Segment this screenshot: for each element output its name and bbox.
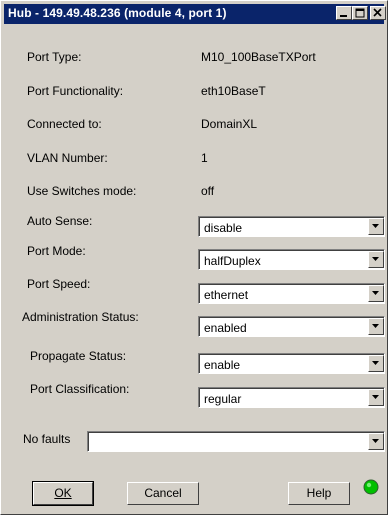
port-classification-selected: regular: [204, 392, 242, 406]
admin-status-label: Administration Status:: [22, 310, 139, 324]
connected-to-row: Connected to: DomainXL: [1, 114, 388, 136]
auto-sense-selected: disable: [204, 221, 243, 235]
chevron-down-icon: [372, 324, 379, 328]
port-type-label: Port Type:: [27, 50, 82, 64]
propagate-status-select[interactable]: enable: [198, 353, 385, 374]
auto-sense-select[interactable]: disable: [198, 216, 385, 237]
admin-status-selected: enabled: [204, 321, 247, 335]
propagate-status-dropdown-button[interactable]: [368, 355, 384, 372]
port-mode-label: Port Mode:: [27, 244, 86, 258]
auto-sense-dropdown-button[interactable]: [368, 218, 384, 235]
port-type-value: M10_100BaseTXPort: [201, 50, 316, 64]
port-speed-selected: ethernet: [204, 288, 249, 302]
port-functionality-label: Port Functionality:: [27, 84, 124, 98]
chevron-down-icon: [372, 439, 379, 443]
chevron-down-icon: [372, 224, 379, 228]
use-switches-mode-value: off: [201, 184, 215, 198]
port-type-row: Port Type: M10_100BaseTXPort: [1, 47, 388, 69]
maximize-button[interactable]: [352, 6, 368, 20]
port-mode-selected: halfDuplex: [204, 254, 261, 268]
faults-label: No faults: [23, 432, 71, 446]
vlan-number-row: VLAN Number: 1: [1, 148, 388, 170]
port-functionality-row: Port Functionality: eth10BaseT: [1, 81, 388, 103]
faults-select[interactable]: [87, 431, 385, 452]
maximize-icon: [355, 8, 365, 18]
port-classification-select[interactable]: regular: [198, 387, 385, 408]
port-mode-dropdown-button[interactable]: [368, 251, 384, 268]
status-led-icon: [363, 479, 379, 495]
ok-button[interactable]: OK: [32, 481, 94, 506]
cancel-button[interactable]: Cancel: [127, 482, 199, 505]
chevron-down-icon: [372, 291, 379, 295]
use-switches-mode-label: Use Switches mode:: [27, 184, 137, 198]
chevron-down-icon: [372, 257, 379, 261]
port-functionality-value: eth10BaseT: [201, 84, 266, 98]
port-speed-dropdown-button[interactable]: [368, 285, 384, 302]
connected-to-value: DomainXL: [201, 117, 258, 131]
port-mode-select[interactable]: halfDuplex: [198, 249, 385, 270]
admin-status-select[interactable]: enabled: [198, 316, 385, 337]
minimize-icon: [340, 15, 347, 17]
auto-sense-label: Auto Sense:: [27, 214, 93, 228]
propagate-status-label: Propagate Status:: [30, 349, 127, 363]
use-switches-mode-row: Use Switches mode: off: [1, 181, 388, 203]
vlan-number-label: VLAN Number:: [27, 151, 108, 165]
cancel-button-label: Cancel: [144, 486, 182, 500]
help-button-label: Help: [306, 486, 332, 500]
ok-button-label: OK: [54, 486, 72, 500]
chevron-down-icon: [372, 395, 379, 399]
port-classification-label: Port Classification:: [30, 382, 130, 396]
minimize-button[interactable]: [336, 6, 352, 20]
close-button[interactable]: [370, 6, 386, 20]
title-bar[interactable]: Hub - 149.49.48.236 (module 4, port 1): [4, 4, 386, 24]
faults-dropdown-button[interactable]: [368, 433, 384, 450]
hub-port-dialog: Hub - 149.49.48.236 (module 4, port 1) P…: [0, 0, 388, 515]
port-speed-select[interactable]: ethernet: [198, 283, 385, 304]
window-title: Hub - 149.49.48.236 (module 4, port 1): [8, 6, 227, 20]
admin-status-dropdown-button[interactable]: [368, 318, 384, 335]
help-button[interactable]: Help: [288, 482, 350, 505]
close-icon: [373, 8, 382, 17]
port-speed-label: Port Speed:: [27, 277, 91, 291]
connected-to-label: Connected to:: [27, 117, 102, 131]
port-classification-dropdown-button[interactable]: [368, 389, 384, 406]
chevron-down-icon: [372, 361, 379, 365]
vlan-number-value: 1: [201, 151, 208, 165]
propagate-status-selected: enable: [204, 358, 241, 372]
